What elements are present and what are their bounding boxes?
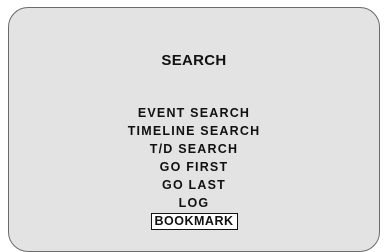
menu-item-bookmark[interactable]: BOOKMARK: [9, 212, 379, 230]
menu-title: SEARCH: [161, 52, 227, 69]
menu-item-go-first[interactable]: GO FIRST: [9, 158, 379, 176]
menu-item-go-last[interactable]: GO LAST: [9, 176, 379, 194]
menu-item-label: LOG: [178, 196, 210, 210]
menu-item-label: GO FIRST: [159, 160, 229, 174]
search-menu-list: EVENT SEARCH TIMELINE SEARCH T/D SEARCH …: [9, 104, 379, 230]
menu-item-timeline-search[interactable]: TIMELINE SEARCH: [9, 122, 379, 140]
menu-item-td-search[interactable]: T/D SEARCH: [9, 140, 379, 158]
menu-item-log[interactable]: LOG: [9, 194, 379, 212]
menu-item-label: T/D SEARCH: [149, 142, 239, 156]
menu-item-event-search[interactable]: EVENT SEARCH: [9, 104, 379, 122]
menu-item-label: TIMELINE SEARCH: [127, 124, 261, 138]
menu-item-label: GO LAST: [162, 178, 226, 192]
search-menu-panel: SEARCH EVENT SEARCH TIMELINE SEARCH T/D …: [8, 7, 380, 252]
menu-item-label: EVENT SEARCH: [137, 106, 251, 120]
menu-item-label-selected: BOOKMARK: [150, 213, 238, 230]
